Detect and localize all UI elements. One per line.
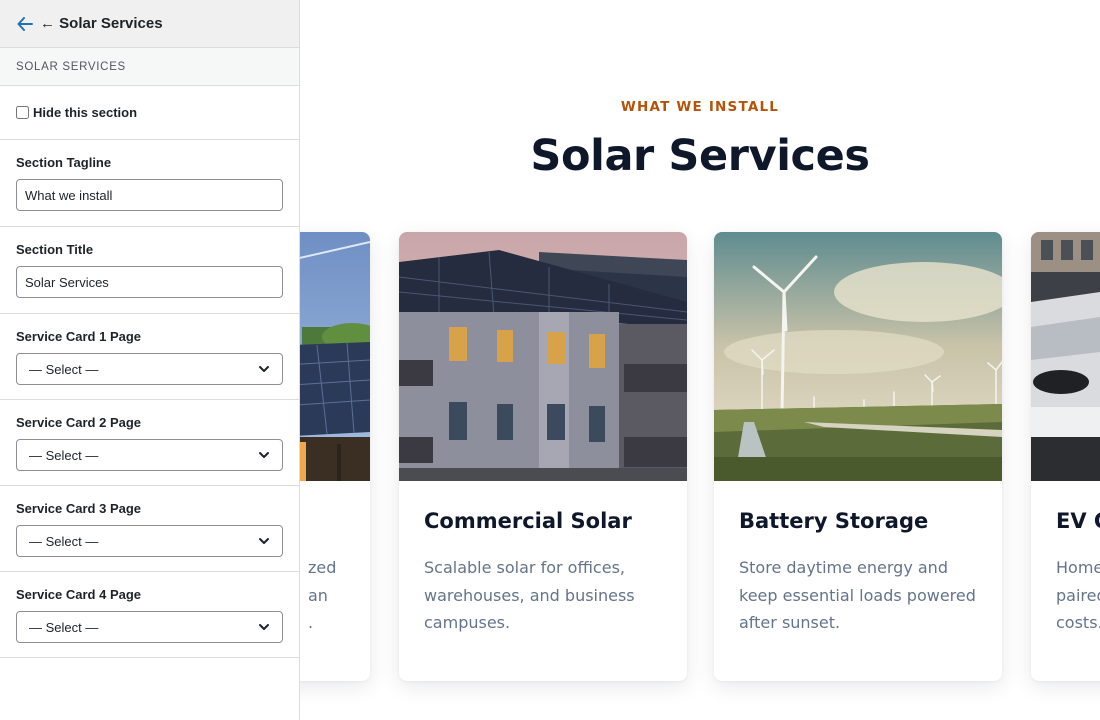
section-label: SOLAR SERVICES	[0, 48, 299, 86]
service-card-4-select[interactable]: — Select —	[16, 611, 283, 643]
hide-section-row: Hide this section	[0, 86, 299, 140]
card-description-fragment: Home paired costs.	[1056, 558, 1100, 632]
service-card[interactable]: zed an .	[300, 232, 370, 681]
card-description: Scalable solar for offices, warehouses, …	[424, 558, 635, 632]
service-card-1-row: Service Card 1 Page — Select —	[0, 314, 299, 400]
service-card-2-label: Service Card 2 Page	[16, 415, 142, 430]
chevron-down-icon	[258, 363, 270, 375]
tagline-field-row: Section Tagline	[0, 140, 299, 227]
card-title: Commercial Solar	[424, 509, 632, 533]
service-card-2-row: Service Card 2 Page — Select —	[0, 400, 299, 486]
service-card-3-select[interactable]: — Select —	[16, 525, 283, 557]
hide-section-checkbox[interactable]	[16, 106, 29, 119]
service-card-4-row: Service Card 4 Page — Select —	[0, 572, 299, 658]
card-title: Battery Storage	[739, 509, 929, 533]
service-card[interactable]: Commercial Solar Scalable solar for offi…	[399, 232, 687, 681]
chevron-down-icon	[258, 621, 270, 633]
tagline-input[interactable]	[16, 179, 283, 211]
service-card-3-label: Service Card 3 Page	[16, 501, 142, 516]
card-image-commercial-building	[399, 232, 687, 481]
service-card-2-select[interactable]: — Select —	[16, 439, 283, 471]
title-field-label: Section Title	[16, 242, 94, 257]
chevron-down-icon	[258, 449, 270, 461]
sidebar-title: ← Solar Services	[40, 15, 163, 32]
site-preview: WHAT WE INSTALL Solar Services zed an . …	[300, 0, 1100, 720]
sidebar-header: ← Solar Services	[0, 0, 299, 48]
chevron-down-icon	[258, 535, 270, 547]
service-card-1-select[interactable]: — Select —	[16, 353, 283, 385]
card-image-wind-farm	[714, 232, 1002, 481]
service-card-3-row: Service Card 3 Page — Select —	[0, 486, 299, 572]
title-input[interactable]	[16, 266, 283, 298]
service-card[interactable]: EV C Home paired costs.	[1031, 232, 1100, 681]
card-description: Store daytime energy and keep essential …	[739, 558, 976, 632]
hide-section-label: Hide this section	[33, 105, 138, 120]
section-title: Solar Services	[530, 131, 870, 181]
card-image-ev-car	[1031, 232, 1100, 481]
card-image-solar-roof	[300, 232, 370, 481]
select-value: — Select —	[29, 533, 99, 549]
select-value: — Select —	[29, 361, 99, 377]
select-value: — Select —	[29, 447, 99, 463]
hide-section-control[interactable]: Hide this section	[16, 105, 137, 120]
customizer-sidebar: ← Solar Services SOLAR SERVICES Hide thi…	[0, 0, 300, 720]
service-card[interactable]: Battery Storage Store daytime energy and…	[714, 232, 1002, 681]
service-card-4-label: Service Card 4 Page	[16, 587, 142, 602]
arrow-left-icon[interactable]	[16, 15, 34, 33]
card-description-fragment: zed an .	[308, 558, 337, 632]
card-title: EV C	[1056, 509, 1100, 533]
tagline-field-label: Section Tagline	[16, 155, 112, 170]
title-field-row: Section Title	[0, 227, 299, 314]
select-value: — Select —	[29, 619, 99, 635]
service-card-1-label: Service Card 1 Page	[16, 329, 142, 344]
section-tagline: WHAT WE INSTALL	[620, 99, 780, 115]
